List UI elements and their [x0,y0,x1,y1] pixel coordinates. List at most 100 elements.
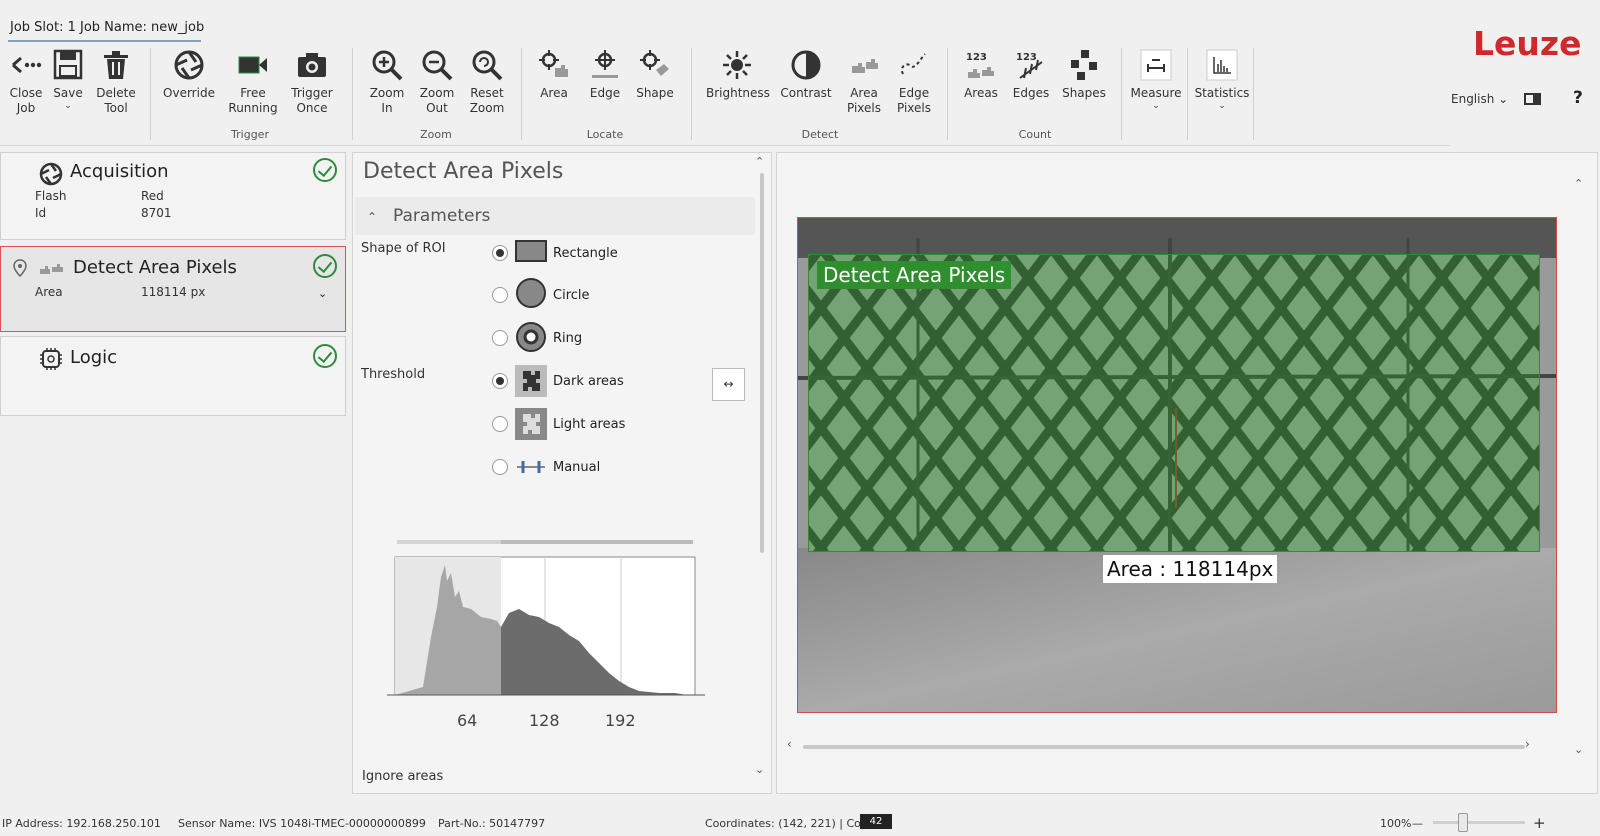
ribbon-separator [691,48,692,140]
area-pixels-button[interactable]: Area Pixels [838,48,890,116]
locate-area-button[interactable]: Area [528,48,580,101]
area-pixels-icon [852,59,878,73]
histogram-range-selection [501,540,693,544]
brightness-label: Brightness [706,86,770,100]
radio-circle[interactable] [492,287,508,303]
area-pixels-label: Area Pixels [846,86,881,115]
step-value: 8701 [141,206,172,220]
close-job-icon [12,56,42,74]
override-button[interactable]: Override [163,48,215,101]
scroll-up-icon[interactable]: ⌃ [1574,177,1583,190]
help-icon[interactable]: ? [1573,88,1583,108]
scrollbar-thumb[interactable] [803,745,1525,749]
step-logic-title: Logic [70,347,118,368]
camera-image[interactable]: Detect Area Pixels Area : 118114px [797,217,1557,713]
check-circle-icon [313,344,337,368]
zoom-plus-button[interactable]: + [1533,814,1546,832]
language-select[interactable]: English ⌄ [1451,92,1508,106]
count-edges-label: Edges [1012,86,1050,100]
zoom-in-label: Zoom In [369,86,405,115]
reset-zoom-label: Reset Zoom [469,86,505,115]
swap-button[interactable]: ↔ [712,368,745,401]
status-part-no: Part-No.: 50147797 [438,817,546,830]
zoom-minus-button[interactable]: — [1412,817,1423,830]
edge-pixels-button[interactable]: Edge Pixels [888,48,940,116]
language-value: English [1451,92,1495,106]
radio-rectangle[interactable] [492,245,508,261]
option-ring-label: Ring [553,331,583,346]
roi-overlay[interactable]: Detect Area Pixels [808,254,1540,552]
scrollbar-thumb[interactable] [760,173,764,553]
save-button[interactable]: Save ⌄ [42,48,94,111]
delete-icon [104,51,128,79]
radio-dark-areas[interactable] [492,373,508,389]
zoom-out-button[interactable]: Zoom Out [411,48,463,116]
scroll-right-icon[interactable]: › [1525,737,1530,751]
count-edges-button[interactable]: 123 Edges [1005,48,1057,101]
radio-ring[interactable] [492,330,508,346]
contrast-button[interactable]: Contrast [780,48,832,101]
radio-manual[interactable] [492,459,508,475]
brightness-button[interactable]: Brightness [706,48,770,101]
override-label: Override [163,86,215,100]
count-shapes-button[interactable]: Shapes [1058,48,1110,101]
locate-shape-button[interactable]: Shape [629,48,681,101]
save-caret: ⌄ [64,101,72,111]
zoom-slider[interactable] [1433,821,1525,824]
statistics-button[interactable]: Statistics ⌄ [1190,48,1254,111]
circle-icon [516,278,546,308]
ribbon-toolbar: Close Job Save ⌄ Delete Tool Override Fr… [0,44,1600,148]
scroll-left-icon[interactable]: ‹ [787,737,792,751]
threshold-histogram[interactable] [387,537,707,737]
status-color-value: 42 [860,814,892,829]
scroll-down-icon[interactable]: ⌄ [755,763,764,776]
parameters-section-header[interactable]: ⌃ Parameters [355,197,755,235]
locate-edge-button[interactable]: Edge [579,48,631,101]
step-acquisition-title: Acquisition [70,161,169,182]
scroll-down-icon[interactable]: ⌄ [1574,743,1583,756]
zoom-slider-thumb[interactable] [1458,813,1468,832]
step-detect-area-pixels[interactable]: Detect Area Pixels Area 118114 px ⌄ [0,246,346,332]
free-running-button[interactable]: Free Running [227,48,279,116]
statistics-icon [1206,49,1238,81]
step-acquisition[interactable]: Acquisition Flash Red Id 8701 [0,152,346,240]
area-pixels-icon [40,264,63,274]
ribbon-separator [521,48,522,140]
zoom-out-icon [422,50,453,81]
measure-button[interactable]: Measure ⌄ [1126,48,1186,111]
ribbon-separator [1187,48,1188,140]
chevron-down-icon[interactable]: ⌄ [318,287,327,300]
scroll-up-icon[interactable]: ⌃ [755,155,764,168]
zoom-in-icon [372,50,403,81]
parameter-panel-scrollbar[interactable]: ⌃ ⌄ [751,153,771,793]
delete-tool-button[interactable]: Delete Tool [90,48,142,116]
image-viewer[interactable]: Detect Area Pixels Area : 118114px ⌃ ⌄ ‹… [776,152,1598,794]
panel-toggle-icon[interactable] [1524,93,1541,105]
status-bar: IP Address: 192.168.250.101 Sensor Name:… [0,808,1600,836]
option-dark-areas-label: Dark areas [553,374,624,389]
trigger-once-label: Trigger Once [291,86,333,115]
step-value: 118114 px [141,285,206,299]
group-label-count: Count [1018,128,1052,141]
locate-edge-icon [592,50,618,78]
trigger-once-button[interactable]: Trigger Once [286,48,338,116]
reset-zoom-button[interactable]: Reset Zoom [461,48,513,116]
area-result-label: Area : 118114px [1103,555,1278,583]
step-key: Flash [35,189,67,203]
brightness-icon [723,51,751,79]
manual-slider-icon [517,461,545,473]
parameter-panel-title: Detect Area Pixels [363,159,564,184]
count-areas-button[interactable]: 123 Areas [955,48,1007,101]
radio-light-areas[interactable] [492,416,508,432]
count-areas-icon: 123 [966,52,994,78]
count-edges-icon: 123 [1016,52,1043,79]
measure-icon [1140,49,1172,81]
image-horizontal-scrollbar[interactable]: ‹ › [785,737,1535,753]
job-title-underline [8,40,201,42]
edge-pixels-icon [901,53,926,75]
rectangle-icon [515,240,547,262]
group-label-locate: Locate [586,128,624,141]
step-value: Red [141,189,164,203]
zoom-in-button[interactable]: Zoom In [361,48,413,116]
step-logic[interactable]: Logic [0,336,346,416]
